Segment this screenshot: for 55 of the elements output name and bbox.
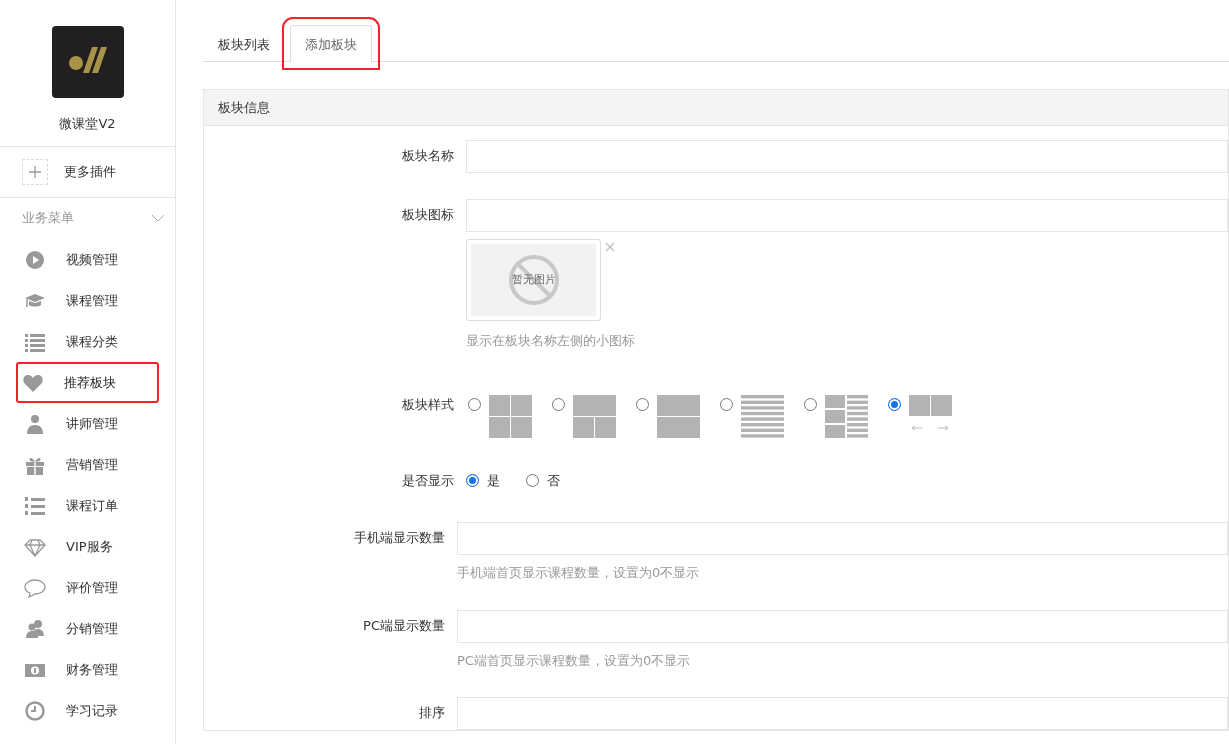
text-input[interactable] [457,609,1228,643]
image-placeholder-text: 暂无图片 [511,271,556,288]
layout-preview-drawing [657,394,700,438]
add-plugin-icon[interactable] [22,158,48,185]
radio-button[interactable] [888,397,901,411]
layout-preview-drawing [741,394,784,438]
field-label: 板块名称 [401,147,455,165]
sidebar-item[interactable]: 课程订单 [0,485,159,526]
sidebar-item[interactable]: 财务管理 [0,649,159,690]
field-label: 板块样式 [401,395,455,414]
sidebar-item[interactable]: 学习记录 [0,690,159,731]
layout-preview-drawing [825,394,868,438]
radio-button[interactable] [552,397,565,411]
help-text: PC端首页显示课程数量，设置为0不显示 [457,651,692,670]
field-label: PC端显示数量 [362,616,446,635]
person-icon [24,412,46,435]
radio-button[interactable] [468,397,481,411]
radio-option[interactable]: 否 [526,470,560,490]
text-input[interactable] [457,522,1228,555]
sidebar-item[interactable]: 课程管理 [0,280,159,321]
people-icon [24,617,46,640]
text-input[interactable] [457,697,1228,730]
no-image-icon [507,254,560,306]
field-label: 排序 [418,704,446,722]
more-plugins-link[interactable]: 更多插件 [64,161,116,182]
field-label: 手机端显示数量 [353,529,446,547]
panel-title: 板块信息 [204,90,1228,126]
field-label: 板块图标 [401,206,455,224]
help-text: 手机端首页显示课程数量，设置为0不显示 [457,564,701,582]
sidebar-item[interactable]: 分销管理 [0,608,159,649]
help-text: 显示在板块名称左侧的小图标 [466,332,636,350]
play-icon [24,248,46,271]
sidebar-item[interactable]: 评价管理 [0,567,159,608]
sidebar-item[interactable]: 视频管理 [0,239,159,280]
radio-option[interactable]: 是 [466,470,500,490]
text-input[interactable] [466,140,1228,173]
clock-icon [24,699,46,722]
radio-button[interactable] [804,397,817,411]
radio-button[interactable] [720,397,733,411]
radio-button[interactable] [636,397,649,411]
text-input[interactable] [466,199,1228,232]
sidebar-item[interactable]: 推荐板块 [16,362,159,403]
field-label: 是否显示 [401,471,455,490]
sidebar-item[interactable]: 讲师管理 [0,403,159,444]
tab[interactable]: 板块列表 [203,25,285,62]
speech-bubble-icon [24,576,46,599]
close-icon[interactable] [605,242,615,252]
sidebar-item[interactable]: 课程分类 [0,321,159,362]
sidebar-item[interactable]: 营销管理 [0,444,159,485]
layout-preview-drawing [489,394,532,438]
menu-section-title: 业务菜单 [22,208,74,227]
layout-preview-drawing [573,394,616,438]
sidebar-item[interactable]: VIP服务 [0,526,159,567]
numbered-list-icon [24,494,46,517]
app-name: 微课堂V2 [59,115,116,133]
